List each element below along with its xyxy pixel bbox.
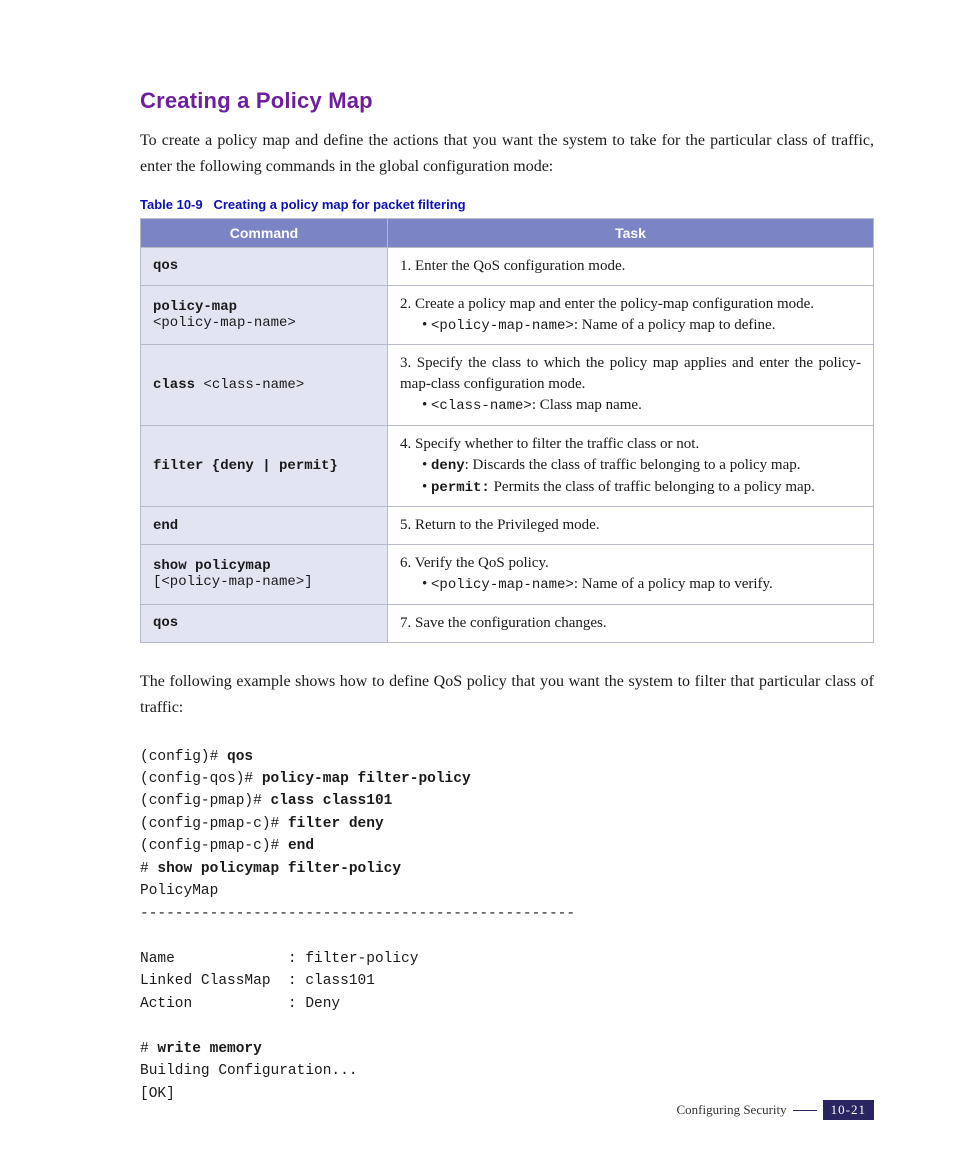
mono-text: <class-name> [431,398,532,414]
header-task: Task [388,218,874,247]
cmd-cell: policy-map <policy-map-name> [141,285,388,345]
outro-paragraph: The following example shows how to defin… [140,669,874,722]
code-line: (config-pmap-c)# [140,816,288,832]
footer-section-title: Configuring Security [677,1102,787,1118]
sub-text: Permits the class of traffic belonging t… [490,479,815,495]
task-sub: • <policy-map-name>: Name of a policy ma… [400,315,861,337]
command-table: Command Task qos 1. Enter the QoS config… [140,218,874,643]
code-line: PolicyMap [140,883,218,899]
task-cell: 1. Enter the QoS configuration mode. [388,247,874,285]
table-row: filter {deny | permit} 4. Specify whethe… [141,425,874,506]
task-cell: 4. Specify whether to filter the traffic… [388,425,874,506]
cmd-cell: qos [141,247,388,285]
footer-rule [793,1110,817,1111]
cmd-cell: filter {deny | permit} [141,425,388,506]
sub-text: : Discards the class of traffic belongin… [465,457,801,473]
code-line: (config-pmap-c)# [140,838,288,854]
footer-page-number: 10-21 [823,1100,874,1120]
code-bold: end [288,838,314,854]
cmd-cell: qos [141,604,388,642]
code-example: (config)# qos (config-qos)# policy-map f… [140,746,874,1106]
cmd-arg: <policy-map-name> [153,315,296,331]
task-cell: 6. Verify the QoS policy. • <policy-map-… [388,545,874,605]
code-bold: filter deny [288,816,384,832]
task-sub: • deny: Discards the class of traffic be… [400,455,861,477]
mono-text: <policy-map-name> [431,577,574,593]
cmd-arg: <class-name> [203,377,304,393]
table-row: end 5. Return to the Privileged mode. [141,507,874,545]
code-line: (config-pmap)# [140,793,271,809]
cmd-arg: [<policy-map-name>] [153,574,313,590]
code-line: ----------------------------------------… [140,906,575,922]
page-footer: Configuring Security 10-21 [677,1100,874,1120]
code-bold: policy-map filter-policy [262,771,471,787]
code-bold: qos [227,749,253,765]
task-line: 2. Create a policy map and enter the pol… [400,294,861,315]
table-row: qos 1. Enter the QoS configuration mode. [141,247,874,285]
code-line: Linked ClassMap : class101 [140,973,375,989]
section-heading: Creating a Policy Map [140,88,874,114]
code-line: (config)# [140,749,227,765]
code-line: Action : Deny [140,996,340,1012]
sub-text: : Name of a policy map to define. [574,317,776,333]
table-header-row: Command Task [141,218,874,247]
task-line: 4. Specify whether to filter the traffic… [400,434,861,455]
task-line: 3. Specify the class to which the policy… [400,353,861,395]
task-cell: 5. Return to the Privileged mode. [388,507,874,545]
code-bold: write memory [157,1041,261,1057]
table-row: show policymap [<policy-map-name>] 6. Ve… [141,545,874,605]
table-caption-text: Creating a policy map for packet filteri… [213,197,465,212]
task-cell: 2. Create a policy map and enter the pol… [388,285,874,345]
task-cell: 7. Save the configuration changes. [388,604,874,642]
table-caption-number: Table 10-9 [140,197,203,212]
code-bold: class class101 [271,793,393,809]
table-caption: Table 10-9 Creating a policy map for pac… [140,197,874,212]
task-sub: • <policy-map-name>: Name of a policy ma… [400,574,861,596]
sub-text: : Class map name. [532,397,642,413]
bold-mono-text: deny [431,458,465,474]
cmd-cell: show policymap [<policy-map-name>] [141,545,388,605]
task-sub: • permit: Permits the class of traffic b… [400,477,861,499]
cmd-bold: show policymap [153,558,271,574]
task-sub: • <class-name>: Class map name. [400,395,861,417]
code-line: [OK] [140,1086,175,1102]
bold-mono-text: permit: [431,480,490,496]
code-line: Name : filter-policy [140,951,418,967]
table-row: qos 7. Save the configuration changes. [141,604,874,642]
task-cell: 3. Specify the class to which the policy… [388,345,874,426]
code-bold: show policymap filter-policy [157,861,401,877]
cmd-cell: end [141,507,388,545]
code-line: # [140,1041,157,1057]
cmd-cell: class <class-name> [141,345,388,426]
header-command: Command [141,218,388,247]
document-page: Creating a Policy Map To create a policy… [0,0,954,1168]
code-line: (config-qos)# [140,771,262,787]
code-line: Building Configuration... [140,1063,358,1079]
table-row: policy-map <policy-map-name> 2. Create a… [141,285,874,345]
task-line: 6. Verify the QoS policy. [400,553,861,574]
mono-text: <policy-map-name> [431,318,574,334]
sub-text: : Name of a policy map to verify. [574,576,773,592]
table-row: class <class-name> 3. Specify the class … [141,345,874,426]
intro-paragraph: To create a policy map and define the ac… [140,128,874,181]
cmd-bold: class [153,377,203,393]
code-line: # [140,861,157,877]
cmd-bold: policy-map [153,299,237,315]
